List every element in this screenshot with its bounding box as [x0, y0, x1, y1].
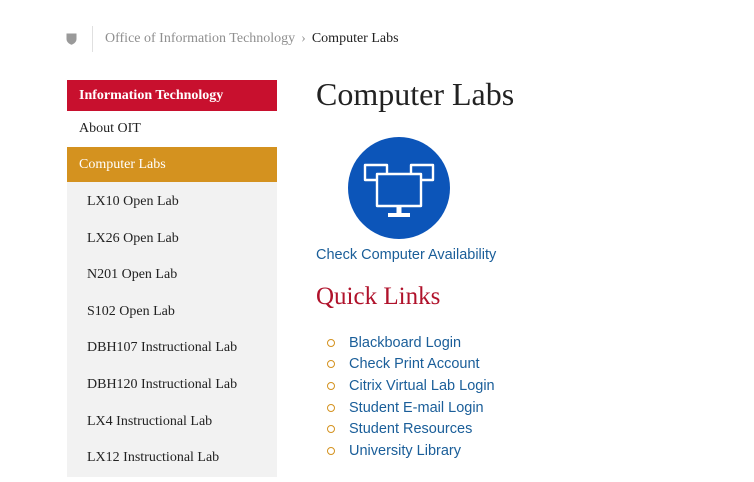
circle-bullet-icon — [327, 425, 335, 434]
breadcrumb-parent-link[interactable]: Office of Information Technology — [105, 31, 295, 47]
breadcrumb-current: Computer Labs — [311, 31, 399, 46]
sidebar-subitem-lx26[interactable]: LX26 Open Lab — [67, 221, 277, 258]
sidebar-subitem-s102[interactable]: S102 Open Lab — [67, 294, 277, 331]
circle-bullet-icon — [327, 381, 335, 390]
list-item: Student E-mail Login — [316, 397, 495, 419]
sidebar-subitem-dbh107[interactable]: DBH107 Instructional Lab — [67, 330, 277, 367]
quick-link-blackboard[interactable]: Blackboard Login — [349, 335, 461, 351]
sidebar-sublist: LX10 Open Lab LX26 Open Lab N201 Open La… — [67, 182, 277, 477]
list-item: University Library — [316, 440, 495, 462]
quick-link-email[interactable]: Student E-mail Login — [349, 400, 484, 416]
shield-icon[interactable] — [63, 31, 79, 47]
list-item: Citrix Virtual Lab Login — [316, 375, 495, 397]
sidebar-subitem-n201[interactable]: N201 Open Lab — [67, 257, 277, 294]
quick-link-library[interactable]: University Library — [349, 443, 461, 459]
quick-link-citrix[interactable]: Citrix Virtual Lab Login — [349, 378, 495, 394]
breadcrumb: Office of Information Technology › Compu… — [63, 26, 399, 52]
quick-links-heading: Quick Links — [316, 283, 441, 310]
list-item: Student Resources — [316, 418, 495, 440]
sidebar-nav: Information Technology About OIT Compute… — [67, 80, 277, 477]
circle-bullet-icon — [327, 446, 335, 455]
sidebar-item-about-oit[interactable]: About OIT — [67, 111, 277, 147]
quick-links-list: Blackboard Login Check Print Account Cit… — [316, 332, 495, 462]
computers-icon[interactable] — [348, 137, 450, 239]
circle-bullet-icon — [327, 338, 335, 347]
sidebar-subitem-lx12[interactable]: LX12 Instructional Lab — [67, 440, 277, 477]
breadcrumb-divider — [92, 26, 93, 52]
quick-link-student-resources[interactable]: Student Resources — [349, 421, 472, 437]
list-item: Check Print Account — [316, 354, 495, 376]
quick-link-print-account[interactable]: Check Print Account — [349, 356, 480, 372]
breadcrumb-separator: › — [301, 31, 306, 46]
sidebar-subitem-lx10[interactable]: LX10 Open Lab — [67, 184, 277, 221]
check-availability-link[interactable]: Check Computer Availability — [316, 247, 496, 263]
circle-bullet-icon — [327, 360, 335, 369]
list-item: Blackboard Login — [316, 332, 495, 354]
sidebar-subitem-lx4[interactable]: LX4 Instructional Lab — [67, 404, 277, 441]
sidebar-item-computer-labs[interactable]: Computer Labs — [67, 147, 277, 182]
page-title: Computer Labs — [316, 76, 515, 112]
sidebar-subitem-dbh120[interactable]: DBH120 Instructional Lab — [67, 367, 277, 404]
sidebar-heading-information-technology[interactable]: Information Technology — [67, 80, 277, 111]
circle-bullet-icon — [327, 403, 335, 412]
